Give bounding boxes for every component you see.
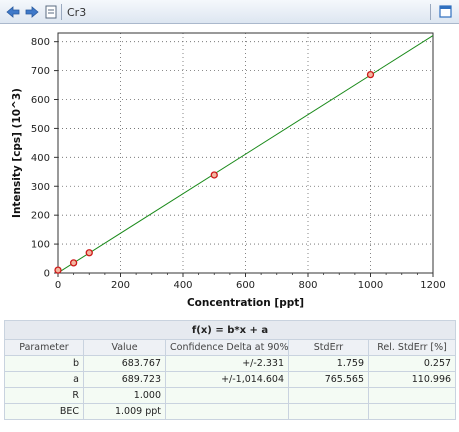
y-tick-label: 400 bbox=[31, 153, 50, 164]
y-tick-label: 300 bbox=[31, 182, 50, 193]
table-cell bbox=[288, 387, 369, 404]
document-icon[interactable] bbox=[42, 3, 60, 21]
y-tick-label: 600 bbox=[31, 95, 50, 106]
table-cell: 765.565 bbox=[288, 371, 369, 388]
column-header[interactable]: Parameter bbox=[4, 339, 84, 356]
x-tick-label: 1200 bbox=[420, 280, 445, 291]
table-cell: 1.759 bbox=[288, 355, 369, 372]
y-tick-label: 100 bbox=[31, 240, 50, 251]
x-tick-label: 400 bbox=[173, 280, 192, 291]
table-row[interactable]: BEC 1.009 ppt bbox=[4, 403, 457, 420]
y-axis-ticks: 0 100 200 300 400 500 600 700 800 bbox=[31, 37, 58, 280]
window-restore-icon[interactable] bbox=[436, 3, 454, 21]
table-cell bbox=[288, 403, 369, 420]
data-point[interactable] bbox=[69, 259, 78, 267]
table-row[interactable]: R 1.000 bbox=[4, 387, 457, 404]
y-tick-label: 0 bbox=[44, 269, 50, 280]
x-tick-label: 200 bbox=[111, 280, 130, 291]
arrow-left-icon[interactable] bbox=[4, 3, 22, 21]
table-cell: BEC bbox=[4, 403, 84, 420]
x-tick-label: 0 bbox=[55, 280, 61, 291]
column-header[interactable]: Rel. StdErr [%] bbox=[367, 339, 457, 356]
chart-svg: 0 200 400 600 800 1000 1200 0 100 200 300 400 500 60… bbox=[11, 32, 446, 309]
table-cell: 0.257 bbox=[367, 355, 457, 372]
table-cell bbox=[367, 387, 457, 404]
table-cell: +/-2.331 bbox=[165, 355, 289, 372]
column-header[interactable]: StdErr bbox=[288, 339, 369, 356]
table-cell: 1.009 ppt bbox=[83, 403, 166, 420]
column-header[interactable]: Confidence Delta at 90% bbox=[165, 339, 289, 356]
table-row[interactable]: b 683.767 +/-2.331 1.759 0.257 bbox=[4, 355, 457, 372]
y-axis-label: Intensity [cps] (10^3) bbox=[11, 88, 23, 218]
table-cell: 110.996 bbox=[367, 371, 457, 388]
arrow-right-icon[interactable] bbox=[23, 3, 41, 21]
data-points bbox=[54, 70, 375, 274]
data-point[interactable] bbox=[366, 70, 375, 79]
formula-cell: f(x) = b*x + a bbox=[3, 320, 457, 340]
table-cell: a bbox=[4, 371, 84, 388]
table-cell bbox=[367, 403, 457, 420]
y-tick-label: 500 bbox=[31, 124, 50, 135]
data-point[interactable] bbox=[210, 171, 218, 179]
table-row[interactable]: a 689.723 +/-1,014.604 765.565 110.996 bbox=[4, 371, 457, 388]
x-tick-label: 800 bbox=[298, 280, 317, 291]
y-tick-label: 200 bbox=[31, 211, 50, 222]
table-cell: 689.723 bbox=[83, 371, 166, 388]
column-header[interactable]: Value bbox=[83, 339, 166, 356]
document-title: Cr3 bbox=[67, 6, 87, 19]
table-cell: +/-1,014.604 bbox=[165, 371, 289, 388]
toolbar-separator bbox=[61, 4, 62, 20]
table-cell: R bbox=[4, 387, 84, 404]
table-cell bbox=[165, 403, 289, 420]
table-cell: b bbox=[4, 355, 84, 372]
toolbar: Cr3 bbox=[0, 0, 459, 24]
data-point[interactable] bbox=[85, 249, 93, 257]
x-tick-label: 600 bbox=[236, 280, 255, 291]
table-cell: 1.000 bbox=[83, 387, 166, 404]
table-cell: 683.767 bbox=[83, 355, 166, 372]
table-cell bbox=[165, 387, 289, 404]
x-axis-ticks: 0 200 400 600 800 1000 1200 bbox=[55, 273, 446, 291]
regression-table: f(x) = b*x + a Parameter Value Confidenc… bbox=[3, 320, 457, 420]
x-axis-label: Concentration [ppt] bbox=[187, 297, 304, 309]
x-tick-label: 1000 bbox=[358, 280, 383, 291]
y-tick-label: 800 bbox=[31, 37, 50, 48]
data-point[interactable] bbox=[54, 266, 62, 274]
toolbar-separator bbox=[430, 4, 431, 20]
calibration-chart: 0 200 400 600 800 1000 1200 0 100 200 300 400 500 60… bbox=[0, 24, 459, 316]
y-tick-label: 700 bbox=[31, 66, 50, 77]
